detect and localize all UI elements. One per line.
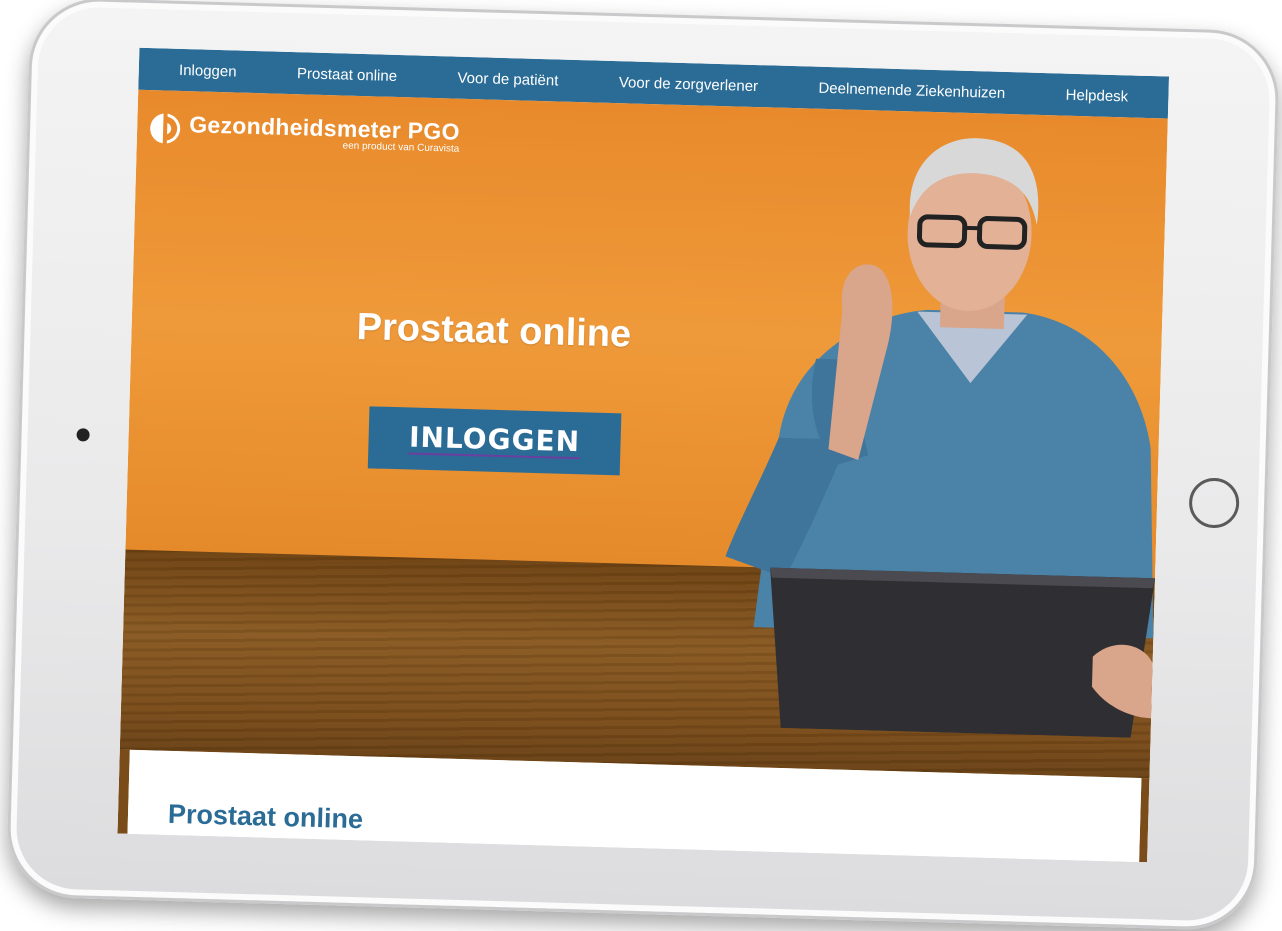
brand-logo[interactable]: Gezondheidsmeter PGO een product van Cur… <box>149 110 460 155</box>
logo-mark-icon <box>149 112 182 145</box>
man-with-laptop-photo <box>711 106 1168 738</box>
hero-title: Prostaat online <box>356 306 632 357</box>
tablet-screen: Inloggen Prostaat online Voor de patiënt… <box>117 48 1169 862</box>
login-button[interactable]: INLOGGEN <box>368 406 622 475</box>
nav-item-prostaat-online[interactable]: Prostaat online <box>297 65 398 85</box>
nav-item-deelnemende-ziekenhuizen[interactable]: Deelnemende Ziekenhuizen <box>818 79 1005 101</box>
nav-item-voor-de-patient[interactable]: Voor de patiënt <box>457 69 558 89</box>
nav-item-voor-de-zorgverlener[interactable]: Voor de zorgverlener <box>619 74 759 95</box>
tablet-device: Inloggen Prostaat online Voor de patiënt… <box>6 0 1281 931</box>
login-button-label: INLOGGEN <box>409 423 581 459</box>
hero-banner: Gezondheidsmeter PGO een product van Cur… <box>120 90 1168 779</box>
nav-item-helpdesk[interactable]: Helpdesk <box>1065 86 1128 105</box>
nav-item-inloggen[interactable]: Inloggen <box>179 61 237 80</box>
content-title: Prostaat online <box>168 799 364 835</box>
